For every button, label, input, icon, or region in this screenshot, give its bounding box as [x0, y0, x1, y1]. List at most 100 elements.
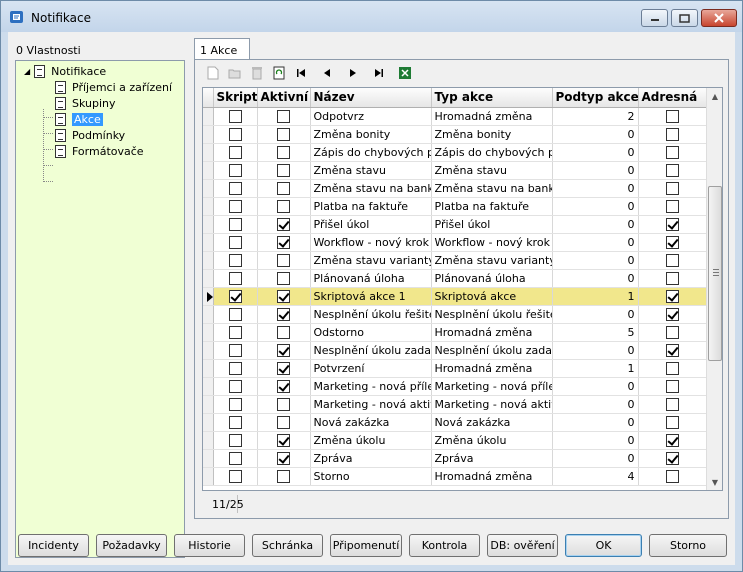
open-icon[interactable]	[227, 65, 243, 81]
aktivni-checkbox[interactable]	[277, 109, 290, 123]
table-row[interactable]: Změna bonity Změna bonity 0	[203, 125, 707, 144]
aktivni-checkbox[interactable]	[277, 271, 290, 285]
skript-checkbox[interactable]	[228, 109, 242, 123]
skript-checkbox[interactable]	[228, 217, 242, 231]
adresna-checkbox[interactable]	[665, 199, 679, 213]
scrollbar-thumb[interactable]	[708, 186, 722, 361]
close-button[interactable]	[701, 9, 737, 27]
table-row[interactable]: Změna stavu varianty TPZměna stavu varia…	[203, 251, 707, 270]
row-indicator[interactable]	[203, 305, 214, 324]
tree-item-skupiny[interactable]: Skupiny	[55, 95, 116, 111]
skript-checkbox[interactable]	[228, 145, 242, 159]
adresna-checkbox[interactable]	[665, 343, 679, 357]
table-row[interactable]: Marketing - nová aktivitaMarketing - nov…	[203, 395, 707, 414]
aktivni-checkbox[interactable]	[277, 199, 290, 213]
skript-checkbox[interactable]	[228, 379, 242, 393]
adresna-checkbox[interactable]	[665, 271, 679, 285]
adresna-checkbox[interactable]	[665, 433, 679, 447]
row-indicator[interactable]	[203, 125, 214, 144]
table-row[interactable]: Odpotvrz Hromadná změna 2	[203, 107, 707, 126]
adresna-checkbox[interactable]	[665, 379, 679, 393]
adresna-checkbox[interactable]	[665, 235, 679, 249]
maximize-button[interactable]	[671, 9, 698, 27]
tree-item-formatovace[interactable]: Formátovače	[55, 143, 144, 159]
row-indicator[interactable]	[203, 431, 214, 450]
ok-button[interactable]: OK	[565, 534, 642, 557]
table-row[interactable]: Potvrzení Hromadná změna 1	[203, 359, 707, 378]
row-indicator[interactable]	[203, 467, 214, 486]
aktivni-checkbox[interactable]	[277, 307, 290, 321]
vertical-scrollbar[interactable]: ▲ ▼	[706, 88, 722, 490]
minimize-button[interactable]	[641, 9, 668, 27]
incidenty-button[interactable]: Incidenty	[18, 534, 89, 557]
schranka-button[interactable]: Schránka	[252, 534, 323, 557]
skript-checkbox[interactable]	[228, 271, 242, 285]
skript-checkbox[interactable]	[228, 253, 242, 267]
table-row[interactable]: Nová zakázka Nová zakázka 0	[203, 413, 707, 432]
aktivni-checkbox[interactable]	[277, 289, 290, 303]
pozadavky-button[interactable]: Požadavky	[96, 534, 167, 557]
table-row[interactable]: Marketing - nová příležitoMarketing - no…	[203, 377, 707, 396]
adresna-checkbox[interactable]	[665, 289, 679, 303]
row-indicator[interactable]	[203, 269, 214, 288]
aktivni-checkbox[interactable]	[277, 163, 290, 177]
skript-checkbox[interactable]	[228, 289, 242, 303]
adresna-checkbox[interactable]	[665, 217, 679, 231]
adresna-checkbox[interactable]	[665, 109, 679, 123]
skript-checkbox[interactable]	[228, 199, 242, 213]
table-row[interactable]: Změna stavu Změna stavu 0	[203, 161, 707, 180]
row-indicator[interactable]	[203, 197, 214, 216]
row-indicator[interactable]	[203, 143, 214, 162]
last-icon[interactable]	[371, 65, 387, 81]
adresna-checkbox[interactable]	[665, 127, 679, 141]
row-indicator[interactable]	[203, 233, 214, 252]
table-row[interactable]: Zpráva Zpráva 0	[203, 449, 707, 468]
title-bar[interactable]: Notifikace	[1, 1, 742, 32]
table-row[interactable]: Přišel úkol Přišel úkol 0	[203, 215, 707, 234]
aktivni-checkbox[interactable]	[277, 379, 290, 393]
row-indicator[interactable]	[203, 449, 214, 468]
row-indicator[interactable]	[203, 287, 214, 306]
aktivni-checkbox[interactable]	[277, 181, 290, 195]
row-indicator[interactable]	[203, 107, 214, 126]
adresna-checkbox[interactable]	[665, 415, 679, 429]
tree-item-prijemci[interactable]: Příjemci a zařízení	[55, 79, 172, 95]
tree-item-podminky[interactable]: Podmínky	[55, 127, 125, 143]
storno-button[interactable]: Storno	[649, 534, 727, 557]
table-row[interactable]: Plánovaná úloha Plánovaná úloha 0	[203, 269, 707, 288]
properties-tree[interactable]: ◢ Notifikace Příjemci a zařízení Skupiny…	[15, 60, 185, 558]
refresh-icon[interactable]	[271, 65, 287, 81]
adresna-checkbox[interactable]	[665, 397, 679, 411]
row-indicator[interactable]	[203, 413, 214, 432]
aktivni-checkbox[interactable]	[277, 415, 290, 429]
collapse-icon[interactable]: ◢	[24, 67, 30, 76]
table-row[interactable]: Odstorno Hromadná změna 5	[203, 323, 707, 342]
skript-checkbox[interactable]	[228, 307, 242, 321]
aktivni-checkbox[interactable]	[277, 343, 290, 357]
adresna-checkbox[interactable]	[665, 181, 679, 195]
column-header-typ-akce[interactable]: Typ akce	[431, 88, 553, 108]
adresna-checkbox[interactable]	[665, 253, 679, 267]
skript-checkbox[interactable]	[228, 127, 242, 141]
row-indicator[interactable]	[203, 179, 214, 198]
table-row[interactable]: Nesplnění úkolu řešiteli Nesplnění úkolu …	[203, 305, 707, 324]
adresna-checkbox[interactable]	[665, 145, 679, 159]
aktivni-checkbox[interactable]	[277, 433, 290, 447]
new-icon[interactable]	[205, 65, 221, 81]
table-row[interactable]: Storno Hromadná změna 4	[203, 467, 707, 486]
first-icon[interactable]	[293, 65, 309, 81]
aktivni-checkbox[interactable]	[277, 451, 290, 465]
row-indicator[interactable]	[203, 215, 214, 234]
table-row[interactable]: Skriptová akce 1 Skriptová akce 1	[203, 287, 707, 306]
aktivni-checkbox[interactable]	[277, 325, 290, 339]
pripomenuti-button[interactable]: Připomenutí	[330, 534, 402, 557]
skript-checkbox[interactable]	[228, 415, 242, 429]
table-row[interactable]: Nesplnění úkolu zadavateNesplnění úkolu …	[203, 341, 707, 360]
row-indicator[interactable]	[203, 323, 214, 342]
kontrola-button[interactable]: Kontrola	[409, 534, 480, 557]
prev-icon[interactable]	[319, 65, 335, 81]
adresna-checkbox[interactable]	[665, 361, 679, 375]
skript-checkbox[interactable]	[228, 361, 242, 375]
adresna-checkbox[interactable]	[665, 307, 679, 321]
aktivni-checkbox[interactable]	[277, 469, 290, 483]
